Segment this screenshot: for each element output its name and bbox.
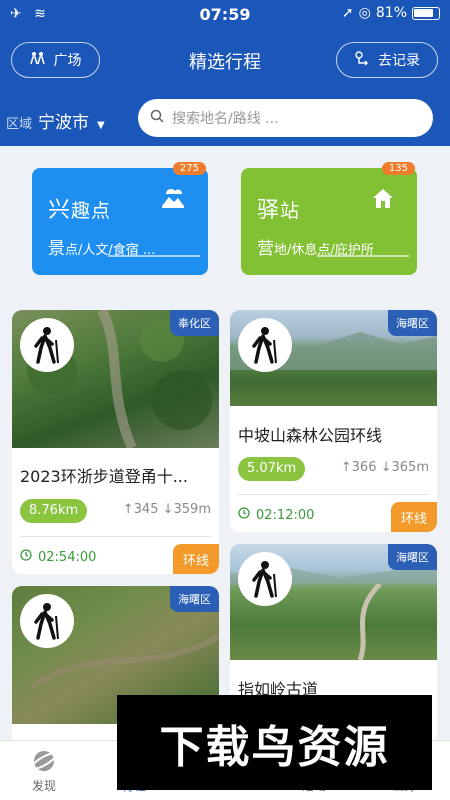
district-tag: 海曙区	[388, 544, 437, 570]
station-underline	[317, 255, 409, 257]
route-pin-icon	[354, 50, 370, 70]
elevation-info: ↑345 ↓359m	[122, 502, 211, 517]
duration: 02:54:00	[20, 549, 96, 565]
record-button[interactable]: 去记录	[336, 42, 438, 78]
battery-icon	[412, 6, 440, 20]
search-icon	[150, 109, 164, 127]
category-station-card[interactable]: 135 驿站 营地/休息点/庇护所	[241, 162, 417, 275]
hiker-icon	[20, 594, 74, 648]
route-card[interactable]: 海曙区 中坡山森林公园环线 5.07km ↑366 ↓365m 02:12:00…	[230, 310, 437, 532]
house-icon	[371, 186, 395, 214]
header: ✈ ≋ 07:59 ➚ ◎ 81% 广场 精选行程 去记录 区域 宁波市 ▼ 搜…	[0, 0, 450, 146]
station-count-badge: 135	[381, 162, 415, 175]
station-title: 驿站	[257, 192, 300, 224]
battery-percent: 81%	[375, 5, 407, 21]
divider	[20, 536, 211, 537]
category-poi-card[interactable]: 275 兴趣点 景点/人文/食宿 ...	[32, 162, 208, 275]
region-city: 宁波市	[38, 113, 90, 133]
clock-icon	[238, 507, 250, 523]
poi-underline	[108, 255, 200, 257]
hiker-icon	[238, 318, 292, 372]
descent-value: 365m	[391, 460, 429, 475]
district-tag: 奉化区	[170, 310, 219, 336]
status-bar: ✈ ≋ 07:59 ➚ ◎ 81%	[0, 0, 450, 30]
location-icon: ➚	[341, 5, 354, 21]
caret-down-icon: ▼	[97, 120, 105, 131]
search-input[interactable]: 搜索地名/路线 ...	[138, 99, 433, 137]
duration: 02:12:00	[238, 507, 314, 523]
status-right: ➚ ◎ 81%	[342, 5, 440, 21]
station-title-first: 驿	[257, 198, 281, 223]
route-card[interactable]: 奉化区 2023环浙步道登甬十... 8.76km ↑345 ↓359m 02:…	[12, 310, 219, 574]
region-selector[interactable]: 区域 宁波市 ▼	[6, 108, 105, 133]
district-tag: 海曙区	[388, 310, 437, 336]
poi-title-rest: 趣点	[71, 200, 112, 222]
district-tag: 海曙区	[170, 586, 219, 612]
duration-value: 02:54:00	[38, 549, 97, 565]
tab-discover[interactable]: 发现	[14, 745, 74, 794]
search-placeholder: 搜索地名/路线 ...	[172, 111, 279, 127]
planet-icon	[14, 745, 74, 777]
route-type-tag: 环线	[172, 544, 219, 574]
hiker-icon	[238, 552, 292, 606]
ascent-value: 366	[351, 460, 377, 475]
descent-value: 359m	[173, 502, 211, 517]
distance-badge: 5.07km	[238, 457, 306, 481]
ascent-value: 345	[133, 502, 159, 517]
watermark: 下载鸟资源	[117, 695, 432, 790]
tab-discover-label: 发现	[31, 779, 56, 793]
route-type-tag: 环线	[390, 502, 437, 532]
landscape-cloud-icon	[160, 186, 186, 212]
elevation-info: ↑366 ↓365m	[340, 460, 429, 475]
duration-value: 02:12:00	[256, 507, 315, 523]
route-title: 2023环浙步道登甬十...	[20, 467, 188, 486]
station-sub-first: 营	[257, 239, 274, 259]
rotation-lock-icon: ◎	[358, 5, 371, 21]
poi-title: 兴趣点	[48, 192, 111, 224]
station-title-rest: 站	[280, 200, 301, 222]
route-title: 中坡山森林公园环线	[238, 426, 383, 445]
hiker-icon	[20, 318, 74, 372]
poi-sub-first: 景	[48, 239, 65, 259]
clock-icon	[20, 549, 32, 565]
distance-badge: 8.76km	[20, 499, 88, 523]
poi-count-badge: 275	[172, 162, 206, 175]
region-label: 区域	[6, 117, 33, 132]
poi-title-first: 兴	[48, 198, 72, 223]
record-label: 去记录	[378, 53, 420, 69]
divider	[238, 494, 429, 495]
